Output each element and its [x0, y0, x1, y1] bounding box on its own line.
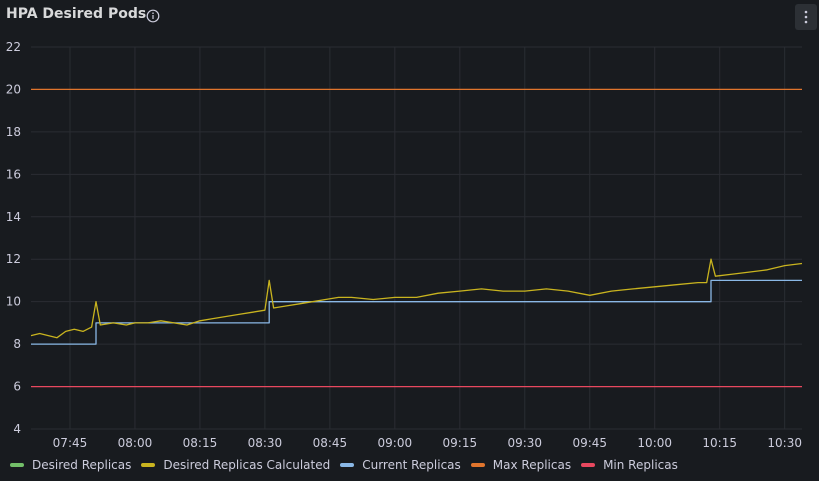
x-tick-label: 08:00 — [118, 436, 153, 450]
y-tick-label: 20 — [6, 82, 21, 96]
x-tick-label: 07:45 — [53, 436, 88, 450]
line-chart: 4 6 8 10 12 14 16 18 20 22 07:45 08:00 08:15 08:30 08:… — [6, 40, 803, 450]
chart-legend: Desired Replicas Desired Replicas Calcula… — [10, 457, 688, 473]
legend-item[interactable]: Desired Replicas — [10, 458, 131, 472]
legend-label: Min Replicas — [603, 458, 678, 472]
y-tick-label: 16 — [6, 167, 21, 181]
legend-item[interactable]: Min Replicas — [581, 458, 678, 472]
legend-swatch — [340, 463, 355, 467]
x-tick-label: 10:00 — [637, 436, 672, 450]
legend-item[interactable]: Max Replicas — [470, 458, 572, 472]
legend-label: Desired Replicas Calculated — [163, 458, 331, 472]
x-tick-label: 09:15 — [443, 436, 478, 450]
legend-label: Current Replicas — [362, 458, 461, 472]
x-tick-label: 09:45 — [572, 436, 607, 450]
x-tick-label: 09:00 — [378, 436, 413, 450]
series-line-current-replicas — [31, 279, 802, 345]
series-line-desired-replicas-calculated — [30, 258, 803, 339]
legend-swatch — [470, 463, 485, 467]
legend-label: Max Replicas — [492, 458, 572, 472]
x-tick-label: 10:15 — [702, 436, 737, 450]
x-tick-label: 09:30 — [507, 436, 542, 450]
y-tick-label: 10 — [6, 295, 21, 309]
y-tick-label: 14 — [6, 210, 21, 224]
x-tick-label: 08:45 — [313, 436, 348, 450]
legend-item[interactable]: Desired Replicas Calculated — [141, 458, 330, 472]
y-tick-label: 8 — [13, 337, 21, 351]
y-tick-label: 6 — [13, 380, 21, 394]
chart-panel: HPA Desired Pods 4 6 8 10 12 14 16 18 20 22 07:45 0… — [0, 0, 819, 481]
legend-swatch — [581, 463, 596, 467]
y-tick-label: 22 — [6, 40, 21, 54]
y-tick-label: 18 — [6, 125, 21, 139]
x-tick-label: 10:30 — [767, 436, 802, 450]
legend-swatch — [10, 463, 24, 467]
legend-label: Desired Replicas — [32, 458, 132, 472]
legend-item[interactable]: Current Replicas — [340, 458, 461, 472]
x-tick-label: 08:30 — [248, 436, 283, 450]
legend-swatch — [141, 463, 156, 467]
y-tick-label: 12 — [6, 252, 21, 266]
y-tick-label: 4 — [13, 422, 21, 436]
x-tick-label: 08:15 — [183, 436, 218, 450]
